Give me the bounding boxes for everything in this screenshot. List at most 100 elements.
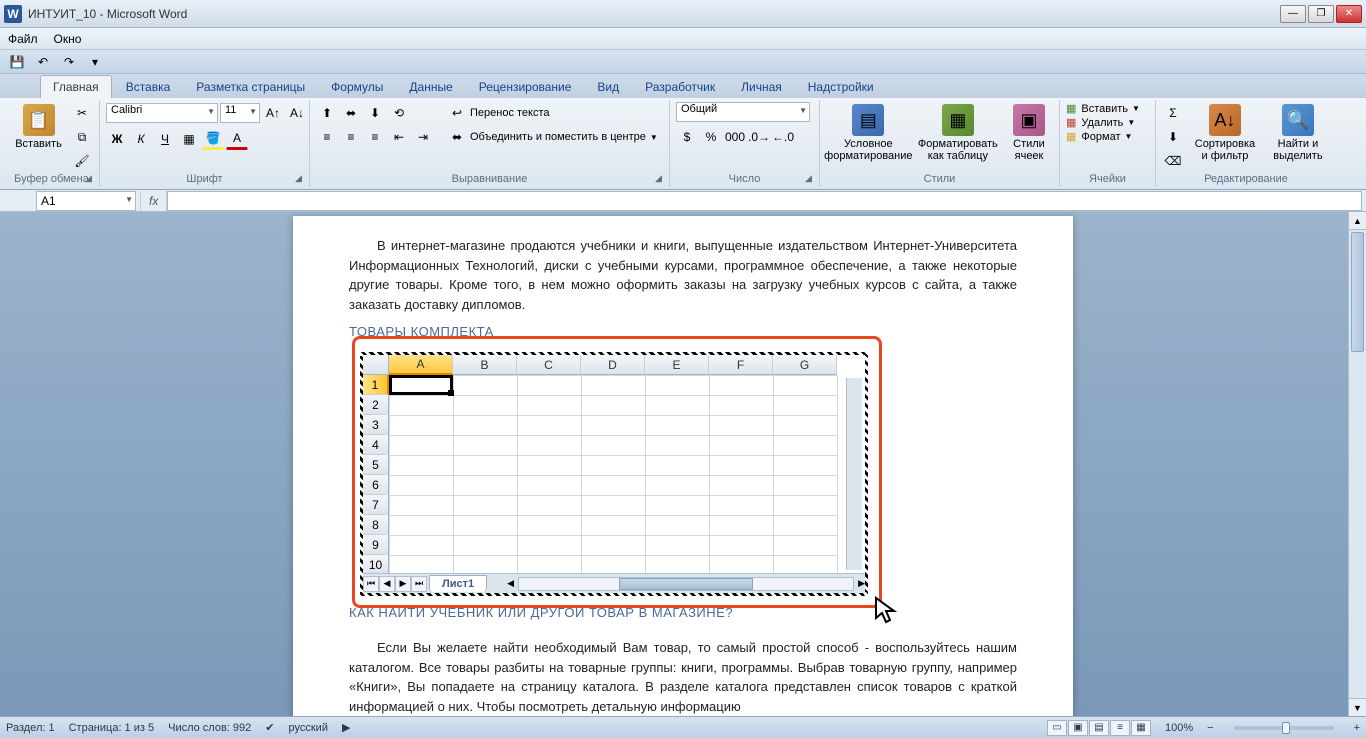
view-full-screen-icon[interactable]: ▣ bbox=[1068, 720, 1088, 736]
fill-color-icon[interactable]: 🪣 bbox=[202, 128, 224, 150]
decrease-decimal-icon[interactable]: ←.0 bbox=[772, 126, 794, 148]
status-spellcheck-icon[interactable]: ✔ bbox=[265, 721, 274, 734]
hscroll-left-icon[interactable]: ◀ bbox=[507, 578, 514, 589]
column-header[interactable]: G bbox=[773, 355, 837, 375]
sheet-nav-first-icon[interactable]: ⏮ bbox=[363, 576, 379, 592]
increase-decimal-icon[interactable]: .0→ bbox=[748, 126, 770, 148]
row-header[interactable]: 2 bbox=[363, 395, 389, 415]
tab-data[interactable]: Данные bbox=[397, 76, 464, 98]
conditional-formatting-button[interactable]: ▤Условное форматирование bbox=[826, 102, 911, 164]
increase-indent-icon[interactable]: ⇥ bbox=[412, 126, 434, 148]
row-header[interactable]: 10 bbox=[363, 555, 389, 573]
view-outline-icon[interactable]: ≡ bbox=[1110, 720, 1130, 736]
tab-review[interactable]: Рецензирование bbox=[467, 76, 584, 98]
hscroll-thumb[interactable] bbox=[619, 578, 753, 590]
fx-icon[interactable]: fx bbox=[140, 191, 167, 211]
status-section[interactable]: Раздел: 1 bbox=[6, 722, 55, 734]
alignment-dialog-launcher[interactable]: ◢ bbox=[655, 173, 667, 185]
tab-view[interactable]: Вид bbox=[585, 76, 631, 98]
hscroll-right-icon[interactable]: ▶ bbox=[858, 578, 865, 589]
column-header[interactable]: C bbox=[517, 355, 581, 375]
horizontal-scrollbar[interactable] bbox=[518, 577, 854, 591]
view-print-layout-icon[interactable]: ▭ bbox=[1047, 720, 1067, 736]
zoom-slider[interactable] bbox=[1234, 726, 1334, 730]
scroll-down-icon[interactable]: ▼ bbox=[1349, 698, 1366, 716]
sheet-nav-next-icon[interactable]: ▶ bbox=[395, 576, 411, 592]
sheet-nav-prev-icon[interactable]: ◀ bbox=[379, 576, 395, 592]
row-header[interactable]: 7 bbox=[363, 495, 389, 515]
zoom-out-button[interactable]: − bbox=[1207, 722, 1213, 734]
percent-icon[interactable]: % bbox=[700, 126, 722, 148]
menu-window[interactable]: Окно bbox=[54, 32, 82, 46]
align-right-icon[interactable]: ≡ bbox=[364, 126, 386, 148]
minimize-button[interactable]: — bbox=[1280, 5, 1306, 23]
align-left-icon[interactable]: ≡ bbox=[316, 126, 338, 148]
format-painter-icon[interactable]: 🖌 bbox=[71, 150, 93, 172]
tab-insert[interactable]: Вставка bbox=[114, 76, 183, 98]
zoom-in-button[interactable]: + bbox=[1354, 722, 1360, 734]
orientation-icon[interactable]: ⟲ bbox=[388, 102, 410, 124]
font-size-combo[interactable]: 11▼ bbox=[220, 103, 260, 123]
column-header[interactable]: B bbox=[453, 355, 517, 375]
view-draft-icon[interactable]: ▦ bbox=[1131, 720, 1151, 736]
align-center-icon[interactable]: ≡ bbox=[340, 126, 362, 148]
row-header[interactable]: 9 bbox=[363, 535, 389, 555]
column-header[interactable]: E bbox=[645, 355, 709, 375]
select-all-corner[interactable] bbox=[363, 355, 389, 375]
comma-icon[interactable]: 000 bbox=[724, 126, 746, 148]
row-header[interactable]: 8 bbox=[363, 515, 389, 535]
align-middle-icon[interactable]: ⬌ bbox=[340, 102, 362, 124]
maximize-button[interactable]: ❐ bbox=[1308, 5, 1334, 23]
number-format-combo[interactable]: Общий▼ bbox=[676, 102, 810, 122]
scroll-up-icon[interactable]: ▲ bbox=[1349, 212, 1366, 230]
clear-icon[interactable]: ⌫ bbox=[1162, 150, 1184, 172]
cell-styles-button[interactable]: ▣Стили ячеек bbox=[1005, 102, 1053, 164]
autosum-icon[interactable]: Σ bbox=[1162, 102, 1184, 124]
tab-formulas[interactable]: Формулы bbox=[319, 76, 395, 98]
cut-icon[interactable]: ✂ bbox=[71, 102, 93, 124]
wrap-text-button[interactable]: ↩ Перенос текста bbox=[446, 102, 658, 124]
zoom-slider-thumb[interactable] bbox=[1282, 722, 1290, 734]
embedded-excel-object[interactable]: A B C D E F G 1 2 3 4 5 6 7 8 9 10 bbox=[360, 352, 868, 596]
status-word-count[interactable]: Число слов: 992 bbox=[168, 722, 251, 734]
tab-home[interactable]: Главная bbox=[40, 75, 112, 98]
border-icon[interactable]: ▦ bbox=[178, 128, 200, 150]
close-button[interactable]: ✕ bbox=[1336, 5, 1362, 23]
row-header[interactable]: 5 bbox=[363, 455, 389, 475]
qat-customize-icon[interactable]: ▾ bbox=[84, 52, 106, 72]
align-bottom-icon[interactable]: ⬇ bbox=[364, 102, 386, 124]
column-header[interactable]: A bbox=[389, 355, 453, 375]
redo-icon[interactable]: ↷ bbox=[58, 52, 80, 72]
view-web-layout-icon[interactable]: ▤ bbox=[1089, 720, 1109, 736]
row-header[interactable]: 3 bbox=[363, 415, 389, 435]
row-header[interactable]: 4 bbox=[363, 435, 389, 455]
font-dialog-launcher[interactable]: ◢ bbox=[295, 173, 307, 185]
format-cells-button[interactable]: ▦Формат▼ bbox=[1066, 130, 1132, 143]
bold-icon[interactable]: Ж bbox=[106, 128, 128, 150]
decrease-font-icon[interactable]: A↓ bbox=[286, 102, 308, 124]
insert-cells-button[interactable]: ▦Вставить▼ bbox=[1066, 102, 1140, 115]
tab-developer[interactable]: Разработчик bbox=[633, 76, 727, 98]
merge-center-button[interactable]: ⬌ Объединить и поместить в центре ▼ bbox=[446, 126, 658, 148]
zoom-level[interactable]: 100% bbox=[1165, 722, 1193, 734]
find-select-button[interactable]: 🔍Найти и выделить bbox=[1266, 102, 1330, 164]
align-top-icon[interactable]: ⬆ bbox=[316, 102, 338, 124]
save-icon[interactable]: 💾 bbox=[6, 52, 28, 72]
italic-icon[interactable]: К bbox=[130, 128, 152, 150]
paste-button[interactable]: 📋 Вставить bbox=[10, 102, 67, 152]
fill-icon[interactable]: ⬇ bbox=[1162, 126, 1184, 148]
row-header[interactable]: 6 bbox=[363, 475, 389, 495]
delete-cells-button[interactable]: ▦Удалить▼ bbox=[1066, 116, 1135, 129]
embedded-vertical-scrollbar[interactable] bbox=[846, 378, 862, 570]
number-dialog-launcher[interactable]: ◢ bbox=[805, 173, 817, 185]
cell-grid[interactable] bbox=[389, 375, 838, 573]
status-language[interactable]: русский bbox=[289, 722, 328, 734]
decrease-indent-icon[interactable]: ⇤ bbox=[388, 126, 410, 148]
format-as-table-button[interactable]: ▦Форматировать как таблицу bbox=[915, 102, 1001, 164]
sheet-tab[interactable]: Лист1 bbox=[429, 575, 487, 592]
increase-font-icon[interactable]: A↑ bbox=[262, 102, 284, 124]
font-color-icon[interactable]: A bbox=[226, 128, 248, 150]
sheet-nav-last-icon[interactable]: ⏭ bbox=[411, 576, 427, 592]
tab-page-layout[interactable]: Разметка страницы bbox=[184, 76, 317, 98]
row-header[interactable]: 1 bbox=[363, 375, 389, 395]
